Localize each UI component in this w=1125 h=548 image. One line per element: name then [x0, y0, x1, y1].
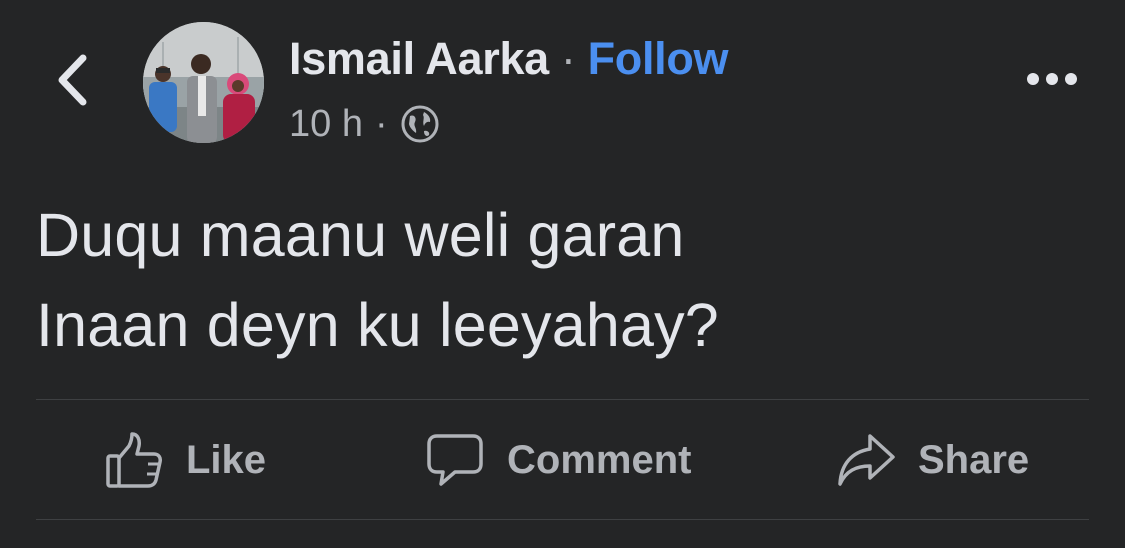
- author-name[interactable]: Ismail Aarka: [289, 33, 549, 85]
- divider: [36, 399, 1089, 400]
- share-label: Share: [918, 437, 1030, 482]
- like-label: Like: [186, 437, 267, 482]
- like-button[interactable]: Like: [104, 425, 266, 495]
- globe-icon: [400, 104, 440, 144]
- back-button[interactable]: [44, 52, 100, 112]
- speech-bubble-icon: [425, 430, 485, 490]
- post-timestamp[interactable]: 10 h: [289, 103, 363, 146]
- share-arrow-icon: [836, 430, 896, 490]
- comment-button[interactable]: Comment: [425, 425, 691, 495]
- post-text-line: Duqu maanu weli garan: [36, 201, 685, 269]
- comment-label: Comment: [507, 437, 692, 482]
- share-button[interactable]: Share: [836, 425, 1029, 495]
- post-text-line: Inaan deyn ku leeyahay?: [36, 291, 719, 359]
- name-separator: ·: [560, 33, 576, 84]
- avatar[interactable]: [143, 22, 264, 143]
- post-author-line: Ismail Aarka · Follow: [289, 30, 729, 88]
- more-horizontal-icon: [1026, 72, 1078, 91]
- follow-button[interactable]: Follow: [588, 33, 729, 85]
- divider: [36, 519, 1089, 520]
- post-body: Duqu maanu weli garan Inaan deyn ku leey…: [36, 190, 1086, 370]
- chevron-left-icon: [55, 54, 89, 111]
- thumbs-up-icon: [104, 430, 164, 490]
- more-options-button[interactable]: [1020, 58, 1084, 104]
- meta-separator: ·: [374, 102, 388, 145]
- post-meta: 10 h ·: [289, 101, 440, 147]
